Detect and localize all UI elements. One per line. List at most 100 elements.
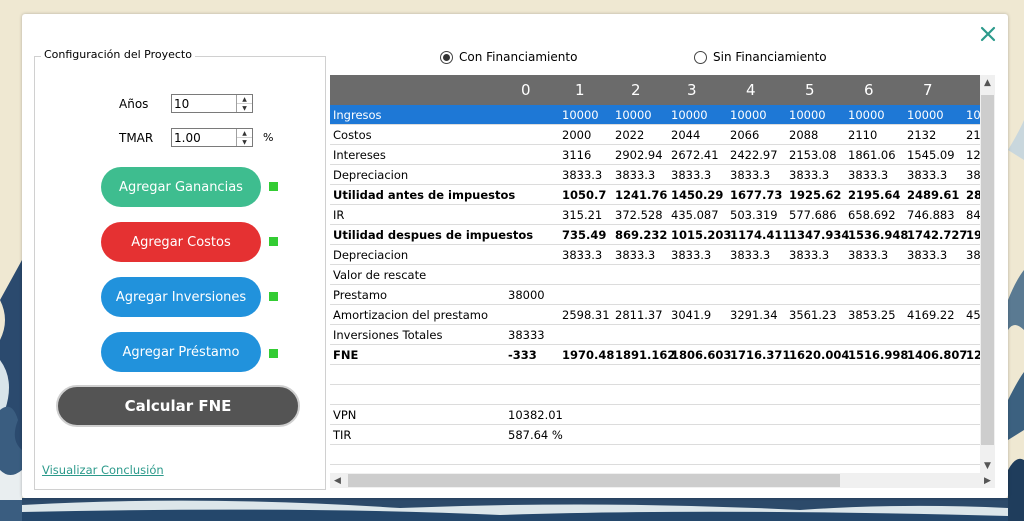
table-cell[interactable]: 3833.3 bbox=[907, 168, 947, 182]
table-cell[interactable]: 3833.3 bbox=[562, 168, 602, 182]
add-inversiones-button[interactable]: Agregar Inversiones bbox=[101, 277, 261, 317]
table-row[interactable]: Utilidad antes de impuestos 1050.7 1241.76… bbox=[330, 185, 995, 205]
table-cell[interactable]: 3291.34 bbox=[730, 308, 778, 322]
column-header[interactable]: 2 bbox=[631, 81, 641, 99]
table-cell[interactable]: 3833.3 bbox=[848, 168, 888, 182]
scroll-left-icon[interactable]: ◀ bbox=[330, 473, 345, 488]
scroll-down-icon[interactable]: ▼ bbox=[980, 458, 995, 473]
table-cell[interactable]: 3561.23 bbox=[789, 308, 837, 322]
table-cell[interactable]: 84 bbox=[966, 208, 981, 222]
results-table[interactable]: 01234567 Ingresos 10000 10000 10000 10000 100… bbox=[330, 75, 995, 473]
table-row[interactable]: Utilidad despues de impuestos 735.49 869.2… bbox=[330, 225, 995, 245]
table-cell[interactable]: 1450.29 bbox=[671, 188, 723, 202]
table-cell[interactable]: 1970.48 bbox=[562, 348, 614, 362]
column-header[interactable]: 0 bbox=[521, 81, 531, 99]
table-cell[interactable]: 3833.3 bbox=[615, 248, 655, 262]
table-cell[interactable]: -333 bbox=[508, 348, 537, 362]
table-cell[interactable]: 503.319 bbox=[730, 208, 778, 222]
arrow-up-icon[interactable]: ▲ bbox=[237, 129, 252, 138]
table-cell[interactable]: 10000 bbox=[907, 108, 944, 122]
table-cell[interactable]: 3853.25 bbox=[848, 308, 896, 322]
horizontal-scrollbar[interactable]: ◀ ▶ bbox=[330, 473, 995, 488]
table-cell[interactable]: 1015.203 bbox=[671, 228, 731, 242]
table-cell[interactable]: 3041.9 bbox=[671, 308, 711, 322]
table-cell[interactable]: 3833.3 bbox=[907, 248, 947, 262]
table-cell[interactable]: 2022 bbox=[615, 128, 644, 142]
arrow-down-icon[interactable]: ▼ bbox=[237, 104, 252, 112]
anios-spinbox[interactable]: ▲ ▼ bbox=[171, 94, 253, 113]
table-row[interactable]: Amortizacion del prestamo 2598.31 2811.37 3… bbox=[330, 305, 995, 325]
table-cell[interactable]: 2000 bbox=[562, 128, 591, 142]
table-cell[interactable]: 587.64 % bbox=[508, 428, 563, 442]
anios-input[interactable] bbox=[174, 95, 232, 112]
table-cell[interactable]: 3833.3 bbox=[562, 248, 602, 262]
table-cell[interactable]: 2598.31 bbox=[562, 308, 610, 322]
table-cell[interactable]: 38 bbox=[966, 168, 981, 182]
table-cell[interactable]: 38333 bbox=[508, 328, 545, 342]
table-cell[interactable]: 2489.61 bbox=[907, 188, 959, 202]
table-cell[interactable]: 3833.3 bbox=[671, 168, 711, 182]
anios-spin-arrows[interactable]: ▲ ▼ bbox=[236, 95, 252, 112]
table-cell[interactable]: 10000 bbox=[562, 108, 599, 122]
table-cell[interactable]: 3833.3 bbox=[730, 248, 770, 262]
table-cell[interactable]: 38 bbox=[966, 248, 981, 262]
table-cell[interactable]: 10000 bbox=[730, 108, 767, 122]
vertical-scrollbar[interactable]: ▲ ▼ bbox=[980, 75, 995, 473]
table-cell[interactable]: 372.528 bbox=[615, 208, 663, 222]
table-row[interactable]: Depreciacion 3833.3 3833.3 3833.3 3833.3 3833… bbox=[330, 165, 995, 185]
table-cell[interactable]: 1347.934 bbox=[789, 228, 849, 242]
table-cell[interactable]: 1806.603 bbox=[671, 348, 731, 362]
table-cell[interactable]: 1516.998 bbox=[848, 348, 908, 362]
table-cell[interactable]: 45 bbox=[966, 308, 981, 322]
column-header[interactable]: 3 bbox=[687, 81, 697, 99]
table-cell[interactable]: 2153.08 bbox=[789, 148, 837, 162]
table-cell[interactable]: 1536.948 bbox=[848, 228, 908, 242]
column-header[interactable]: 6 bbox=[864, 81, 874, 99]
tmar-input[interactable] bbox=[174, 129, 232, 146]
column-header[interactable]: 1 bbox=[575, 81, 585, 99]
table-cell[interactable]: 658.692 bbox=[848, 208, 896, 222]
table-cell[interactable]: 2044 bbox=[671, 128, 700, 142]
column-header[interactable]: 5 bbox=[805, 81, 815, 99]
table-cell[interactable]: 869.232 bbox=[615, 228, 667, 242]
table-cell[interactable]: 3833.3 bbox=[789, 168, 829, 182]
table-row[interactable]: Ingresos 10000 10000 10000 10000 10000 10000 10… bbox=[330, 105, 995, 125]
table-cell[interactable]: 12 bbox=[966, 148, 981, 162]
table-row[interactable] bbox=[330, 365, 995, 385]
table-cell[interactable]: 1174.411 bbox=[730, 228, 790, 242]
table-cell[interactable]: 1241.76 bbox=[615, 188, 667, 202]
table-cell[interactable]: 21 bbox=[966, 128, 981, 142]
table-cell[interactable]: 3833.3 bbox=[615, 168, 655, 182]
column-header[interactable]: 7 bbox=[923, 81, 933, 99]
table-cell[interactable]: 10000 bbox=[848, 108, 885, 122]
table-cell[interactable]: 735.49 bbox=[562, 228, 606, 242]
add-ganancias-button[interactable]: Agregar Ganancias bbox=[101, 167, 261, 207]
table-row[interactable]: FNE -333 1970.48 1891.162 1806.603 1716.371 16… bbox=[330, 345, 995, 365]
table-cell[interactable]: 2132 bbox=[907, 128, 936, 142]
scroll-up-icon[interactable]: ▲ bbox=[980, 75, 995, 90]
table-cell[interactable]: 1742.727 bbox=[907, 228, 967, 242]
table-row[interactable]: Prestamo 38000 bbox=[330, 285, 995, 305]
table-cell[interactable]: 1925.62 bbox=[789, 188, 841, 202]
table-cell[interactable]: 1050.7 bbox=[562, 188, 606, 202]
table-cell[interactable]: 38000 bbox=[508, 288, 545, 302]
radio-con-financiamiento[interactable]: Con Financiamiento bbox=[440, 50, 577, 64]
table-cell[interactable]: 10000 bbox=[671, 108, 708, 122]
table-cell[interactable]: 10000 bbox=[615, 108, 652, 122]
tmar-spinbox[interactable]: ▲ ▼ bbox=[171, 128, 253, 147]
table-cell[interactable]: 10000 bbox=[789, 108, 826, 122]
table-cell[interactable]: 1891.162 bbox=[615, 348, 675, 362]
table-row[interactable]: VPN 10382.01 bbox=[330, 405, 995, 425]
table-cell[interactable]: 2422.97 bbox=[730, 148, 778, 162]
calcular-fne-button[interactable]: Calcular FNE bbox=[56, 385, 300, 427]
vertical-scroll-thumb[interactable] bbox=[981, 95, 994, 445]
table-cell[interactable]: 435.087 bbox=[671, 208, 719, 222]
table-row[interactable] bbox=[330, 385, 995, 405]
table-cell[interactable]: 2066 bbox=[730, 128, 759, 142]
table-cell[interactable]: 2672.41 bbox=[671, 148, 719, 162]
radio-sin-financiamiento[interactable]: Sin Financiamiento bbox=[694, 50, 827, 64]
arrow-down-icon[interactable]: ▼ bbox=[237, 138, 252, 146]
table-row[interactable]: IR 315.21 372.528 435.087 503.319 577.686 658.… bbox=[330, 205, 995, 225]
table-cell[interactable]: 3116 bbox=[562, 148, 591, 162]
table-cell[interactable]: 3833.3 bbox=[671, 248, 711, 262]
